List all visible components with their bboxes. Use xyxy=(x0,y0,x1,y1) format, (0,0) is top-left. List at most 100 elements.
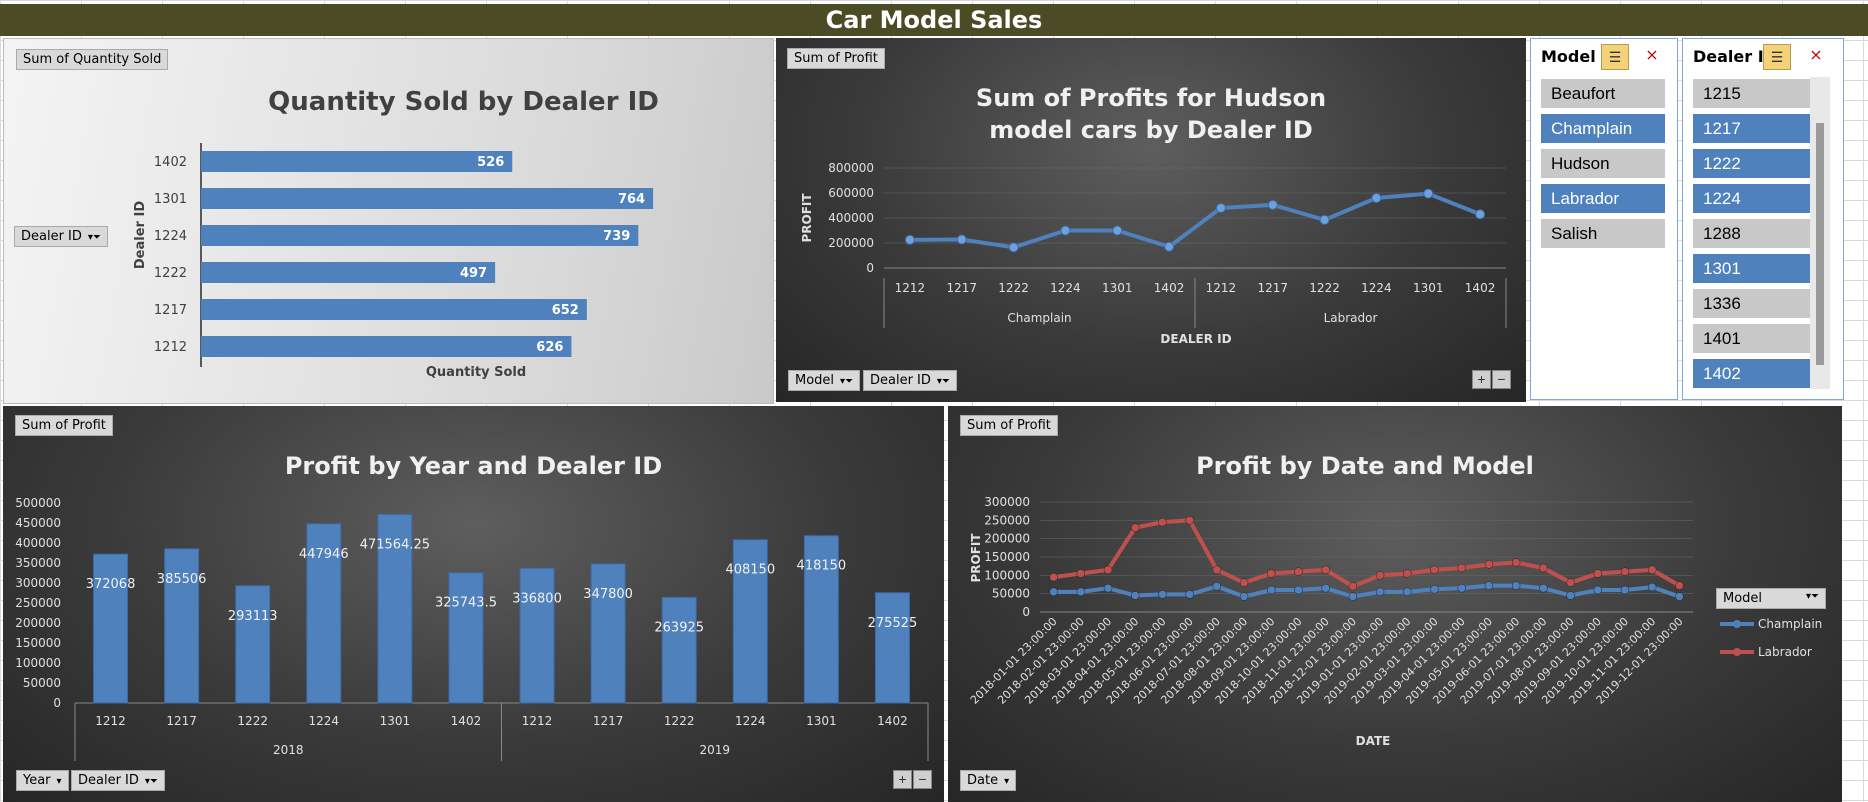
scrollbar-thumb[interactable] xyxy=(1816,123,1824,365)
data-point xyxy=(1647,565,1657,575)
slicer-item[interactable]: 1217 xyxy=(1693,114,1817,143)
chart-hudson-profits[interactable]: Sum of Profit Sum of Profits for Hudson … xyxy=(776,38,1526,402)
x-tick-label: 1301 xyxy=(380,714,411,728)
slicer-item[interactable]: Labrador xyxy=(1541,184,1665,213)
x-tick-label: 1224 xyxy=(1361,281,1392,295)
multi-select-icon[interactable]: ☰ xyxy=(1601,44,1629,70)
data-point xyxy=(1371,193,1382,203)
x-tick-label: 1222 xyxy=(998,281,1029,295)
data-point xyxy=(1321,583,1330,593)
bar xyxy=(874,592,910,704)
slicer-item[interactable]: Beaufort xyxy=(1541,79,1665,108)
slicer-item[interactable]: 1401 xyxy=(1693,324,1817,353)
data-label: 626 xyxy=(536,340,563,355)
field-button-year[interactable]: Year ▾ xyxy=(16,770,69,791)
data-point xyxy=(1620,567,1630,576)
y-tick-label: 0 xyxy=(1022,605,1030,619)
data-point xyxy=(1267,199,1278,210)
chart-profit-date-model[interactable]: Sum of Profit Profit by Date and Model 3… xyxy=(948,406,1842,802)
dashboard-title: Car Model Sales xyxy=(0,4,1868,36)
data-point xyxy=(1403,569,1412,578)
data-point xyxy=(1348,592,1358,601)
bar xyxy=(590,563,626,704)
data-point xyxy=(1212,582,1222,591)
chart-profit-year-dealer[interactable]: Sum of Profit Profit by Year and Dealer … xyxy=(3,406,944,802)
data-point xyxy=(1008,242,1019,253)
slicer-item[interactable]: 1402 xyxy=(1693,359,1817,388)
data-point xyxy=(1457,563,1466,573)
x-tick-label: 1212 xyxy=(1206,281,1237,295)
data-point xyxy=(956,234,967,245)
data-point xyxy=(1348,582,1358,591)
x-tick-label: 1222 xyxy=(1309,281,1340,295)
y-tick-label: 250000 xyxy=(984,513,1030,527)
bar xyxy=(201,225,639,246)
data-point xyxy=(1267,585,1276,595)
y-tick-label: 300000 xyxy=(15,576,61,590)
data-point xyxy=(1049,587,1058,597)
group-label: Labrador xyxy=(1324,311,1378,325)
x-tick-label: 1402 xyxy=(1154,281,1185,295)
data-label: 652 xyxy=(552,303,579,318)
field-button-dealer-id[interactable]: Dealer ID ▾⏷ xyxy=(71,770,165,791)
tick-label: 1301 xyxy=(154,192,187,207)
filter-icon: ▾⏷ xyxy=(144,776,158,787)
y-tick-label: 350000 xyxy=(15,556,61,570)
clear-filter-icon[interactable]: ⨯ xyxy=(1641,45,1663,67)
legend-label: Labrador xyxy=(1758,645,1812,659)
data-label: 275525 xyxy=(868,616,918,631)
expand-button[interactable]: + xyxy=(1472,370,1491,389)
y-tick-label: 200000 xyxy=(984,532,1030,546)
x-tick-label: 1217 xyxy=(946,281,977,295)
slicer-item[interactable]: Champlain xyxy=(1541,114,1665,143)
data-point xyxy=(1049,572,1058,582)
data-point xyxy=(1130,591,1140,600)
slicer-item[interactable]: 1301 xyxy=(1693,254,1817,283)
data-point xyxy=(1267,569,1276,578)
data-point xyxy=(1112,225,1123,236)
data-point xyxy=(904,234,915,245)
data-point xyxy=(1593,585,1603,595)
slicer-item[interactable]: Hudson xyxy=(1541,149,1665,178)
tick-label: 1217 xyxy=(154,303,187,318)
y-tick-label: 800000 xyxy=(828,161,874,175)
slicer-item[interactable]: 1222 xyxy=(1693,149,1817,178)
slicer-item[interactable]: 1215 xyxy=(1693,79,1817,108)
y-tick-label: 400000 xyxy=(828,211,874,225)
field-button-dealer-id[interactable]: Dealer ID ▾⏷ xyxy=(863,370,957,391)
slicer-item[interactable]: 1336 xyxy=(1693,289,1817,318)
field-button-date[interactable]: Date ▾ xyxy=(960,770,1017,791)
data-point xyxy=(1375,587,1385,597)
x-tick-label: 1212 xyxy=(95,714,126,728)
x-tick-label: 1222 xyxy=(237,714,268,728)
legend-marker xyxy=(1733,648,1741,656)
field-button-model[interactable]: Model ▾⏷ xyxy=(788,370,861,391)
x-tick-label: 1402 xyxy=(451,714,482,728)
collapse-button[interactable]: − xyxy=(1492,370,1511,389)
slicer-item[interactable]: Salish xyxy=(1541,219,1665,248)
data-point xyxy=(1319,214,1330,225)
data-label: 293113 xyxy=(228,609,278,624)
data-label: 418150 xyxy=(797,559,847,574)
data-point xyxy=(1566,578,1575,587)
data-label: 336800 xyxy=(512,591,562,606)
line-chart-date: 3000002500002000001500001000005000002018… xyxy=(968,495,1822,748)
field-button-model[interactable]: Model ▾⏷ xyxy=(1716,588,1826,609)
slicer-item[interactable]: 1224 xyxy=(1693,184,1817,213)
y-axis-label: Dealer ID xyxy=(133,201,148,269)
collapse-button[interactable]: − xyxy=(913,770,932,789)
expand-button[interactable]: + xyxy=(893,770,912,789)
x-tick-label: 1217 xyxy=(1257,281,1288,295)
multi-select-icon[interactable]: ☰ xyxy=(1763,44,1791,70)
slicer-scrollbar[interactable] xyxy=(1810,77,1830,389)
slicer-dealer-id[interactable]: Dealer ID ☰ ⨯ 1215 1217 1222 1224 1288 1301 13… xyxy=(1682,38,1844,400)
data-point xyxy=(1457,583,1466,593)
clear-filter-icon[interactable]: ⨯ xyxy=(1805,45,1827,67)
slicer-model[interactable]: Model ☰ ⨯ Beaufort Champlain Hudson Labrado… xyxy=(1530,38,1678,400)
data-point xyxy=(1239,578,1249,587)
slicer-item[interactable]: 1288 xyxy=(1693,219,1817,248)
x-tick-label: 1217 xyxy=(593,714,624,728)
data-point xyxy=(1215,203,1226,213)
x-tick-label: 1212 xyxy=(895,281,926,295)
chart-quantity-sold[interactable]: Sum of Quantity Sold Dealer ID ▾⏷ Quantit… xyxy=(3,38,774,404)
